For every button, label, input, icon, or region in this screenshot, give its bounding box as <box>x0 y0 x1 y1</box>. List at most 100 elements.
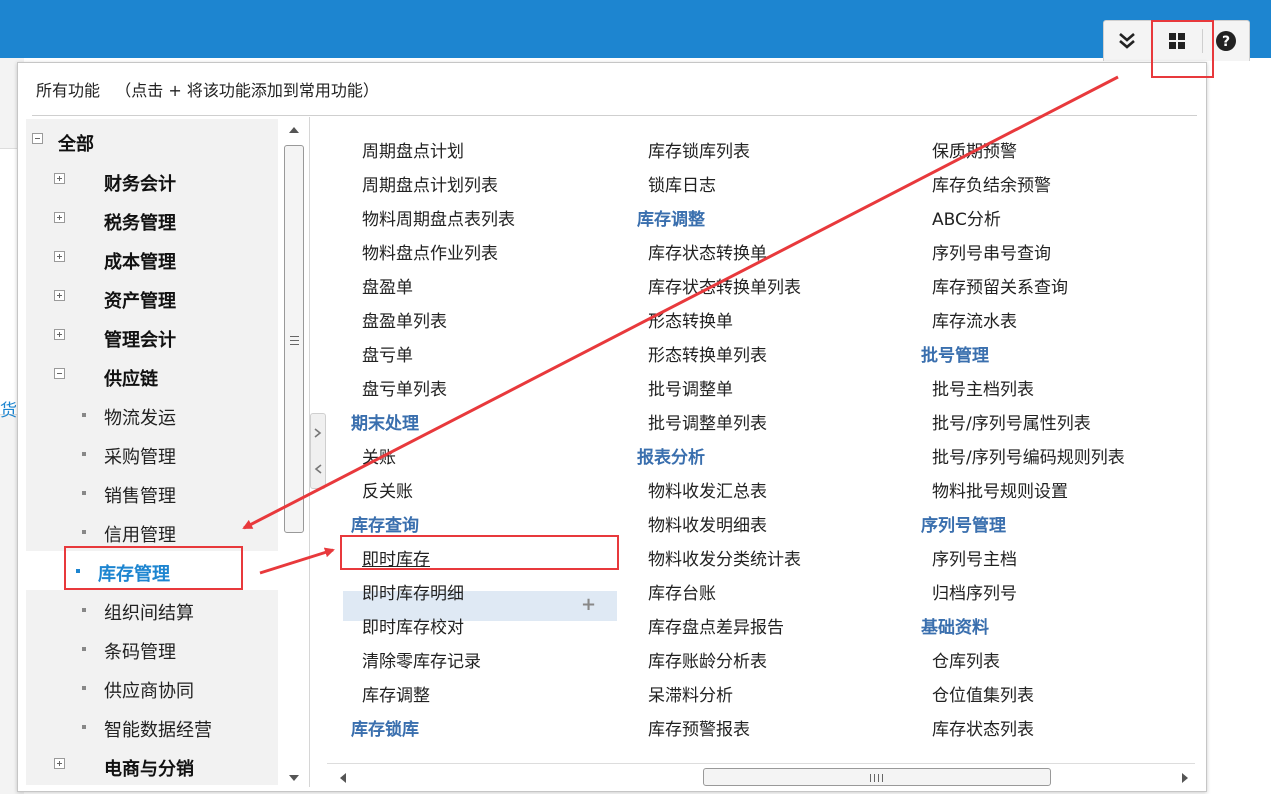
collapse-toggle-icon[interactable] <box>32 133 43 144</box>
scroll-down-arrow-icon[interactable] <box>288 773 300 783</box>
function-link[interactable]: 盘亏单列表 <box>362 375 447 400</box>
function-link[interactable]: 物料周期盘点表列表 <box>362 205 515 230</box>
function-tree: 全部 财务会计税务管理成本管理资产管理 管理会计供应链物流发运采购管理销售管理信用管… <box>26 119 278 785</box>
function-link[interactable]: 形态转换单列表 <box>648 341 767 366</box>
tree-item[interactable]: 资产管理 <box>26 278 278 317</box>
function-link[interactable]: 批号/序列号属性列表 <box>932 409 1091 434</box>
group-heading: 序列号管理 <box>921 516 1006 536</box>
content-horizontal-scrollbar[interactable] <box>327 763 1195 790</box>
function-link[interactable]: 归档序列号 <box>932 579 1017 604</box>
tree-item[interactable]: 供应链 <box>26 356 278 395</box>
function-link[interactable]: 库存台账 <box>648 579 716 604</box>
content-scroll-thumb[interactable] <box>703 768 1051 786</box>
function-link[interactable]: 序列号串号查询 <box>932 239 1051 264</box>
function-link[interactable]: 物料收发分类统计表 <box>648 545 801 570</box>
function-link[interactable]: 保质期预警 <box>932 137 1017 162</box>
tree-item[interactable]: 销售管理 <box>26 473 278 512</box>
function-link[interactable]: ABC分析 <box>932 205 1001 230</box>
tree-item-label: 条码管理 <box>104 642 176 663</box>
tree-item[interactable]: 采购管理 <box>26 434 278 473</box>
tree-item[interactable]: 税务管理 <box>26 200 278 239</box>
function-link[interactable]: 仓位值集列表 <box>932 681 1034 706</box>
function-link[interactable]: 库存负结余预警 <box>932 171 1051 196</box>
chevron-left-icon[interactable] <box>314 464 322 474</box>
tree-item[interactable]: 电商与分销 <box>26 746 278 785</box>
function-link[interactable]: 盘盈单 <box>362 273 413 298</box>
function-link[interactable]: 库存锁库列表 <box>648 137 750 162</box>
background-link-text[interactable]: 货 <box>0 396 17 421</box>
function-link[interactable]: 库存账龄分析表 <box>648 647 767 672</box>
function-link[interactable]: 仓库列表 <box>932 647 1000 672</box>
function-link[interactable]: 物料收发明细表 <box>648 511 767 536</box>
function-link[interactable]: 库存盘点差异报告 <box>648 613 784 638</box>
bullet-icon <box>82 491 86 495</box>
function-link[interactable]: 库存流水表 <box>932 307 1017 332</box>
function-link[interactable]: 库存预警报表 <box>648 715 750 740</box>
tree-item-label: 全部 <box>58 134 94 155</box>
tree-item[interactable]: 组织间结算 <box>26 590 278 629</box>
function-link[interactable]: 周期盘点计划列表 <box>362 171 498 196</box>
function-link[interactable]: 批号调整单 <box>648 375 733 400</box>
bullet-icon <box>82 608 86 612</box>
function-link[interactable]: 批号主档列表 <box>932 375 1034 400</box>
scroll-left-arrow-icon[interactable] <box>339 772 347 784</box>
collapse-all-button[interactable] <box>1104 21 1150 61</box>
function-link[interactable]: 关账 <box>362 443 396 468</box>
function-link[interactable]: 物料盘点作业列表 <box>362 239 498 264</box>
pane-toggle[interactable] <box>310 413 326 489</box>
tree-item[interactable]: 智能数据经营 <box>26 707 278 746</box>
tree-item-label: 销售管理 <box>104 486 176 507</box>
function-link[interactable]: 周期盘点计划 <box>362 137 464 162</box>
tree-item[interactable]: 物流发运 <box>26 395 278 434</box>
tree-item[interactable]: 全部 <box>26 121 278 160</box>
svg-text:?: ? <box>1222 34 1230 50</box>
chevron-right-icon[interactable] <box>314 428 322 438</box>
function-link[interactable]: 库存状态转换单 <box>648 239 767 264</box>
tree-item[interactable]: 管理会计 <box>26 317 278 356</box>
expand-toggle-icon[interactable] <box>54 251 65 262</box>
function-link[interactable]: 呆滞料分析 <box>648 681 733 706</box>
function-link[interactable]: 物料收发汇总表 <box>648 477 767 502</box>
dialog-title: 所有功能 （点击 + 将该功能添加到常用功能） <box>36 81 379 100</box>
function-link[interactable]: 批号调整单列表 <box>648 409 767 434</box>
tree-item-label: 供应链 <box>104 369 158 390</box>
function-link[interactable]: 即时库存校对 <box>362 613 464 638</box>
function-link[interactable]: 即时库存明细 <box>362 579 464 604</box>
function-link[interactable]: 库存状态转换单列表 <box>648 273 801 298</box>
function-link[interactable]: 形态转换单 <box>648 307 733 332</box>
function-link[interactable]: 批号/序列号编码规则列表 <box>932 443 1125 468</box>
collapse-toggle-icon[interactable] <box>54 368 65 379</box>
expand-toggle-icon[interactable] <box>54 212 65 223</box>
function-link[interactable]: 盘盈单列表 <box>362 307 447 332</box>
function-link[interactable]: 清除零库存记录 <box>362 647 481 672</box>
tree-item[interactable]: 供应商协同 <box>26 668 278 707</box>
function-link[interactable]: 物料批号规则设置 <box>932 477 1068 502</box>
tree-item-label: 采购管理 <box>104 447 176 468</box>
tree-item[interactable]: 条码管理 <box>26 629 278 668</box>
expand-toggle-icon[interactable] <box>54 290 65 301</box>
bullet-icon <box>82 647 86 651</box>
tree-item-label: 财务会计 <box>104 174 176 195</box>
group-heading: 库存锁库 <box>351 720 419 740</box>
tree-scroll-thumb[interactable] <box>284 145 304 533</box>
expand-toggle-icon[interactable] <box>54 173 65 184</box>
annotation-box-list-item <box>340 535 619 570</box>
tree-item[interactable]: 成本管理 <box>26 239 278 278</box>
expand-toggle-icon[interactable] <box>54 329 65 340</box>
tree-vertical-scrollbar[interactable] <box>280 119 308 789</box>
scroll-right-arrow-icon[interactable] <box>1181 772 1189 784</box>
add-to-favorites-icon[interactable]: + <box>581 594 596 615</box>
function-link[interactable]: 锁库日志 <box>648 171 716 196</box>
tree-item-label: 成本管理 <box>104 252 176 273</box>
expand-toggle-icon[interactable] <box>54 758 65 769</box>
tree-item-label: 信用管理 <box>104 525 176 546</box>
function-link[interactable]: 库存调整 <box>362 681 430 706</box>
scroll-up-arrow-icon[interactable] <box>288 125 300 135</box>
function-link[interactable]: 库存状态列表 <box>932 715 1034 740</box>
function-link[interactable]: 反关账 <box>362 477 413 502</box>
tree-item[interactable]: 财务会计 <box>26 161 278 200</box>
all-functions-dialog: 所有功能 （点击 + 将该功能添加到常用功能） 全部 财务会计税务管理成本管理资产… <box>17 62 1207 792</box>
function-link[interactable]: 盘亏单 <box>362 341 413 366</box>
function-link[interactable]: 序列号主档 <box>932 545 1017 570</box>
function-link[interactable]: 库存预留关系查询 <box>932 273 1068 298</box>
